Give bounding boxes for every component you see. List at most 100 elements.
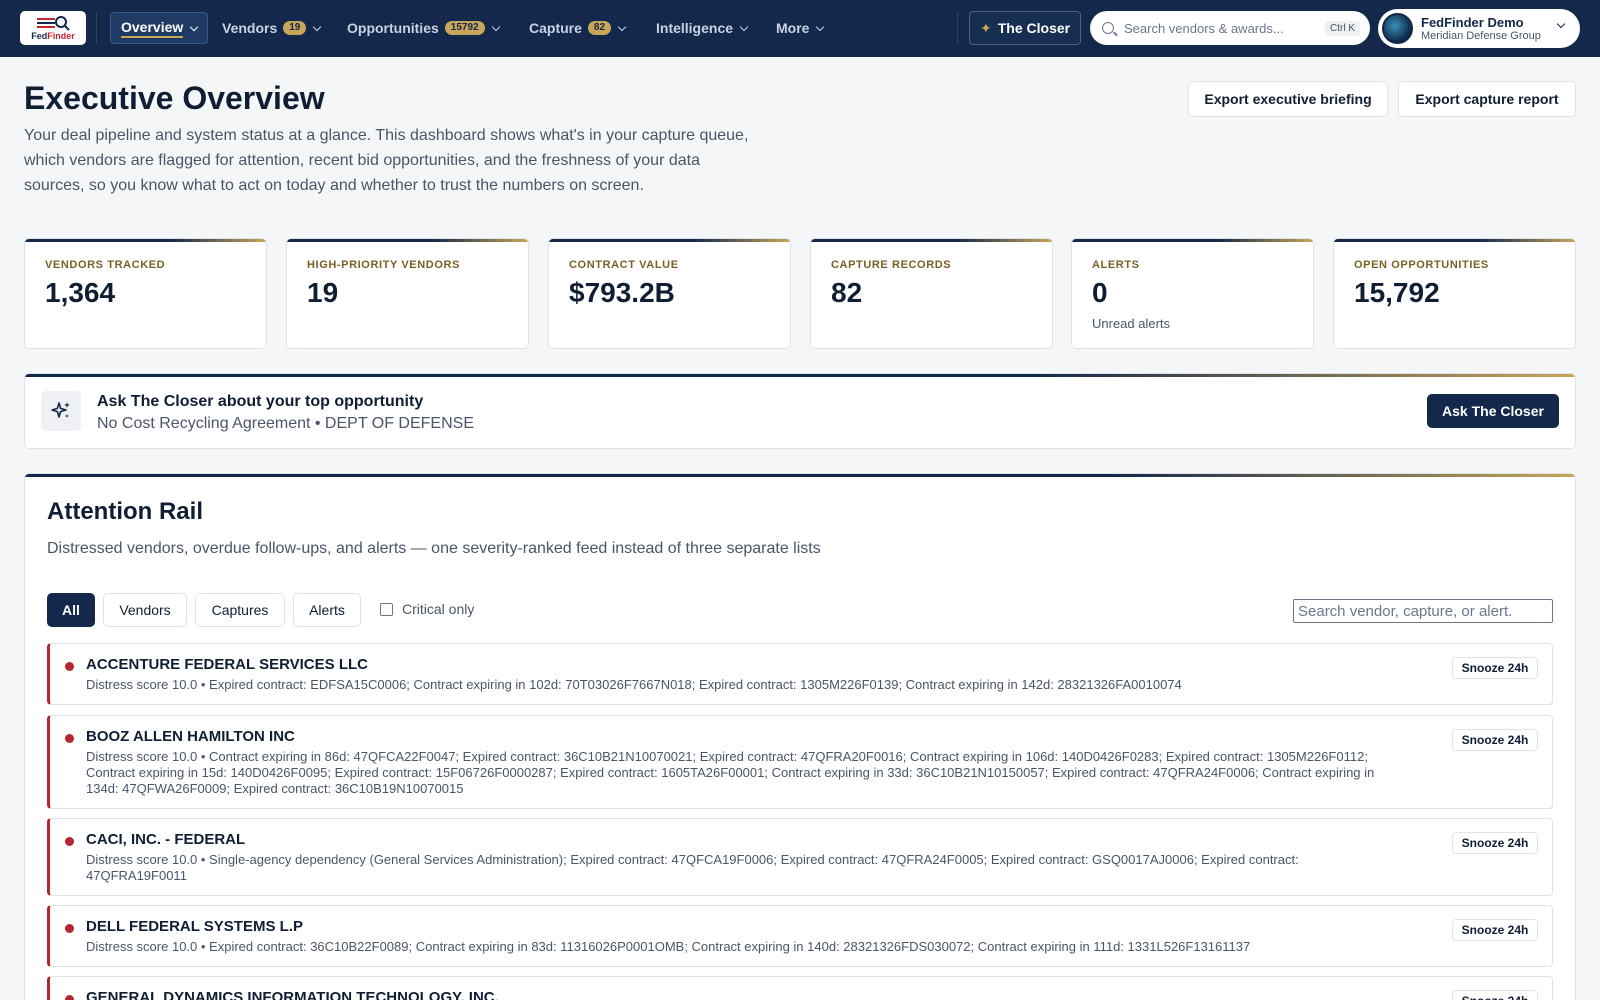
snooze-button[interactable]: Snooze 24h bbox=[1452, 657, 1538, 679]
severity-critical-icon bbox=[65, 837, 74, 846]
stat-label: CONTRACT VALUE bbox=[569, 259, 679, 271]
user-name: FedFinder Demo bbox=[1421, 14, 1524, 30]
avatar bbox=[1382, 13, 1413, 44]
attention-item-name: DELL FEDERAL SYSTEMS L.P bbox=[86, 918, 303, 935]
chevron-down-icon bbox=[1556, 19, 1566, 29]
stat-value: $793.2B bbox=[569, 277, 675, 308]
filter-vendors-button[interactable]: Vendors bbox=[103, 593, 187, 627]
the-closer-button[interactable]: ✦ The Closer bbox=[969, 11, 1081, 45]
logo-text: FedFinder bbox=[31, 31, 75, 41]
chevron-down-icon bbox=[739, 22, 749, 31]
attention-rail-description: Distressed vendors, overdue follow-ups, … bbox=[47, 540, 821, 557]
fedfinder-logo[interactable]: FedFinder bbox=[20, 11, 86, 45]
user-org: Meridian Defense Group bbox=[1421, 29, 1541, 42]
nav-divider bbox=[96, 12, 97, 44]
severity-critical-icon bbox=[65, 995, 74, 1000]
attention-rail-title: Attention Rail bbox=[47, 498, 203, 525]
global-search-input[interactable]: Search vendors & awards... Ctrl K bbox=[1090, 11, 1370, 45]
nav-capture-label: Capture bbox=[529, 20, 582, 36]
stat-card-vendors-tracked[interactable]: VENDORS TRACKED 1,364 bbox=[24, 238, 267, 349]
filter-captures-button[interactable]: Captures bbox=[195, 593, 285, 627]
attention-item-name: BOOZ ALLEN HAMILTON INC bbox=[86, 728, 295, 745]
nav-divider bbox=[957, 12, 958, 44]
critical-only-checkbox[interactable]: Critical only bbox=[380, 601, 474, 617]
attention-item-name: ACCENTURE FEDERAL SERVICES LLC bbox=[86, 656, 368, 673]
sparkle-glyph bbox=[51, 402, 70, 418]
attention-item-detail: Distress score 10.0 • Expired contract: … bbox=[86, 939, 1251, 954]
nav-vendors-label: Vendors bbox=[222, 20, 278, 36]
attention-item-detail: Distress score 10.0 • Single-agency depe… bbox=[86, 852, 1299, 883]
attention-item-detail: Distress score 10.0 • Contract expiring … bbox=[86, 749, 1375, 796]
stat-sub: Unread alerts bbox=[1092, 316, 1171, 331]
nav-intelligence-label: Intelligence bbox=[656, 20, 734, 36]
chevron-down-icon bbox=[313, 22, 322, 31]
page-description: Your deal pipeline and system status at … bbox=[24, 127, 749, 194]
stat-value: 1,364 bbox=[45, 277, 116, 308]
export-executive-briefing-button[interactable]: Export executive briefing bbox=[1188, 81, 1388, 117]
chevron-down-icon bbox=[189, 22, 199, 31]
logo-flag-icon bbox=[37, 16, 70, 31]
top-nav: FedFinder Overview Vendors 19 Opportuniti… bbox=[0, 0, 1600, 57]
ask-closer-card: Ask The Closer about your top opportunit… bbox=[24, 373, 1576, 449]
stat-card-alerts[interactable]: ALERTS 0 Unread alerts bbox=[1071, 238, 1314, 349]
export-capture-report-button[interactable]: Export capture report bbox=[1398, 81, 1576, 117]
chevron-down-icon bbox=[491, 22, 500, 31]
nav-opportunities[interactable]: Opportunities 15792 bbox=[337, 12, 509, 44]
attention-item-name: CACI, INC. - FEDERAL bbox=[86, 831, 246, 848]
snooze-button[interactable]: Snooze 24h bbox=[1452, 990, 1538, 1000]
stat-label: CAPTURE RECORDS bbox=[831, 259, 952, 271]
stat-value: 19 bbox=[307, 277, 339, 308]
search-shortcut: Ctrl K bbox=[1325, 20, 1360, 36]
filter-alerts-button[interactable]: Alerts bbox=[293, 593, 361, 627]
nav-intelligence[interactable]: Intelligence bbox=[646, 12, 757, 44]
severity-critical-icon bbox=[65, 734, 74, 743]
filter-all-button[interactable]: All bbox=[47, 593, 95, 627]
attention-item-name: GENERAL DYNAMICS INFORMATION TECHNOLOGY,… bbox=[86, 989, 499, 1000]
search-icon bbox=[1102, 22, 1114, 34]
attention-item[interactable]: GENERAL DYNAMICS INFORMATION TECHNOLOGY,… bbox=[47, 976, 1553, 1000]
user-menu[interactable]: FedFinder Demo Meridian Defense Group bbox=[1378, 9, 1580, 48]
nav-capture-badge: 82 bbox=[587, 21, 612, 35]
nav-opportunities-badge: 15792 bbox=[444, 21, 485, 35]
the-closer-label: The Closer bbox=[997, 20, 1071, 36]
nav-more[interactable]: More bbox=[766, 12, 833, 44]
attention-item[interactable]: CACI, INC. - FEDERAL Distress score 10.0… bbox=[47, 818, 1553, 896]
ask-closer-title: Ask The Closer about your top opportunit… bbox=[97, 393, 424, 410]
nav-opportunities-label: Opportunities bbox=[347, 20, 439, 36]
severity-critical-icon bbox=[65, 662, 74, 671]
attention-item[interactable]: ACCENTURE FEDERAL SERVICES LLC Distress … bbox=[47, 643, 1553, 705]
nav-more-label: More bbox=[776, 20, 810, 36]
global-search-placeholder: Search vendors & awards... bbox=[1124, 20, 1284, 36]
rail-search-input[interactable]: Search vendor, capture, or alert. bbox=[1293, 599, 1553, 623]
nav-vendors-badge: 19 bbox=[283, 21, 307, 35]
nav-vendors[interactable]: Vendors 19 bbox=[212, 12, 330, 44]
ask-the-closer-button[interactable]: Ask The Closer bbox=[1427, 394, 1559, 428]
critical-only-label: Critical only bbox=[402, 601, 475, 617]
stat-value: 0 bbox=[1092, 277, 1108, 308]
attention-item[interactable]: BOOZ ALLEN HAMILTON INC Distress score 1… bbox=[47, 715, 1553, 809]
snooze-button[interactable]: Snooze 24h bbox=[1452, 919, 1538, 941]
chevron-down-icon bbox=[617, 22, 627, 31]
snooze-button[interactable]: Snooze 24h bbox=[1452, 729, 1538, 751]
stat-card-open-opportunities[interactable]: OPEN OPPORTUNITIES 15,792 bbox=[1333, 238, 1576, 349]
nav-capture[interactable]: Capture 82 bbox=[519, 12, 635, 44]
attention-item[interactable]: DELL FEDERAL SYSTEMS L.P Distress score … bbox=[47, 905, 1553, 967]
snooze-button[interactable]: Snooze 24h bbox=[1452, 832, 1538, 854]
chevron-down-icon bbox=[816, 22, 825, 31]
checkbox-box[interactable] bbox=[380, 602, 393, 616]
sparkle-icon bbox=[41, 391, 81, 431]
stat-card-contract-value[interactable]: CONTRACT VALUE $793.2B bbox=[548, 238, 791, 349]
attention-rail: Attention Rail Distressed vendors, overd… bbox=[24, 473, 1576, 1000]
stat-card-high-priority-vendors[interactable]: HIGH-PRIORITY VENDORS 19 bbox=[286, 238, 529, 349]
page-title: Executive Overview bbox=[24, 80, 325, 116]
nav-overview[interactable]: Overview bbox=[110, 12, 208, 44]
stat-value: 15,792 bbox=[1354, 277, 1440, 308]
stat-label: HIGH-PRIORITY VENDORS bbox=[307, 259, 460, 271]
stat-card-capture-records[interactable]: CAPTURE RECORDS 82 bbox=[810, 238, 1053, 349]
attention-item-detail: Distress score 10.0 • Expired contract: … bbox=[86, 677, 1182, 692]
stat-value: 82 bbox=[831, 277, 863, 308]
stat-label: OPEN OPPORTUNITIES bbox=[1354, 259, 1489, 271]
nav-overview-label: Overview bbox=[121, 19, 184, 38]
stat-label: VENDORS TRACKED bbox=[45, 259, 166, 271]
severity-critical-icon bbox=[65, 924, 74, 933]
